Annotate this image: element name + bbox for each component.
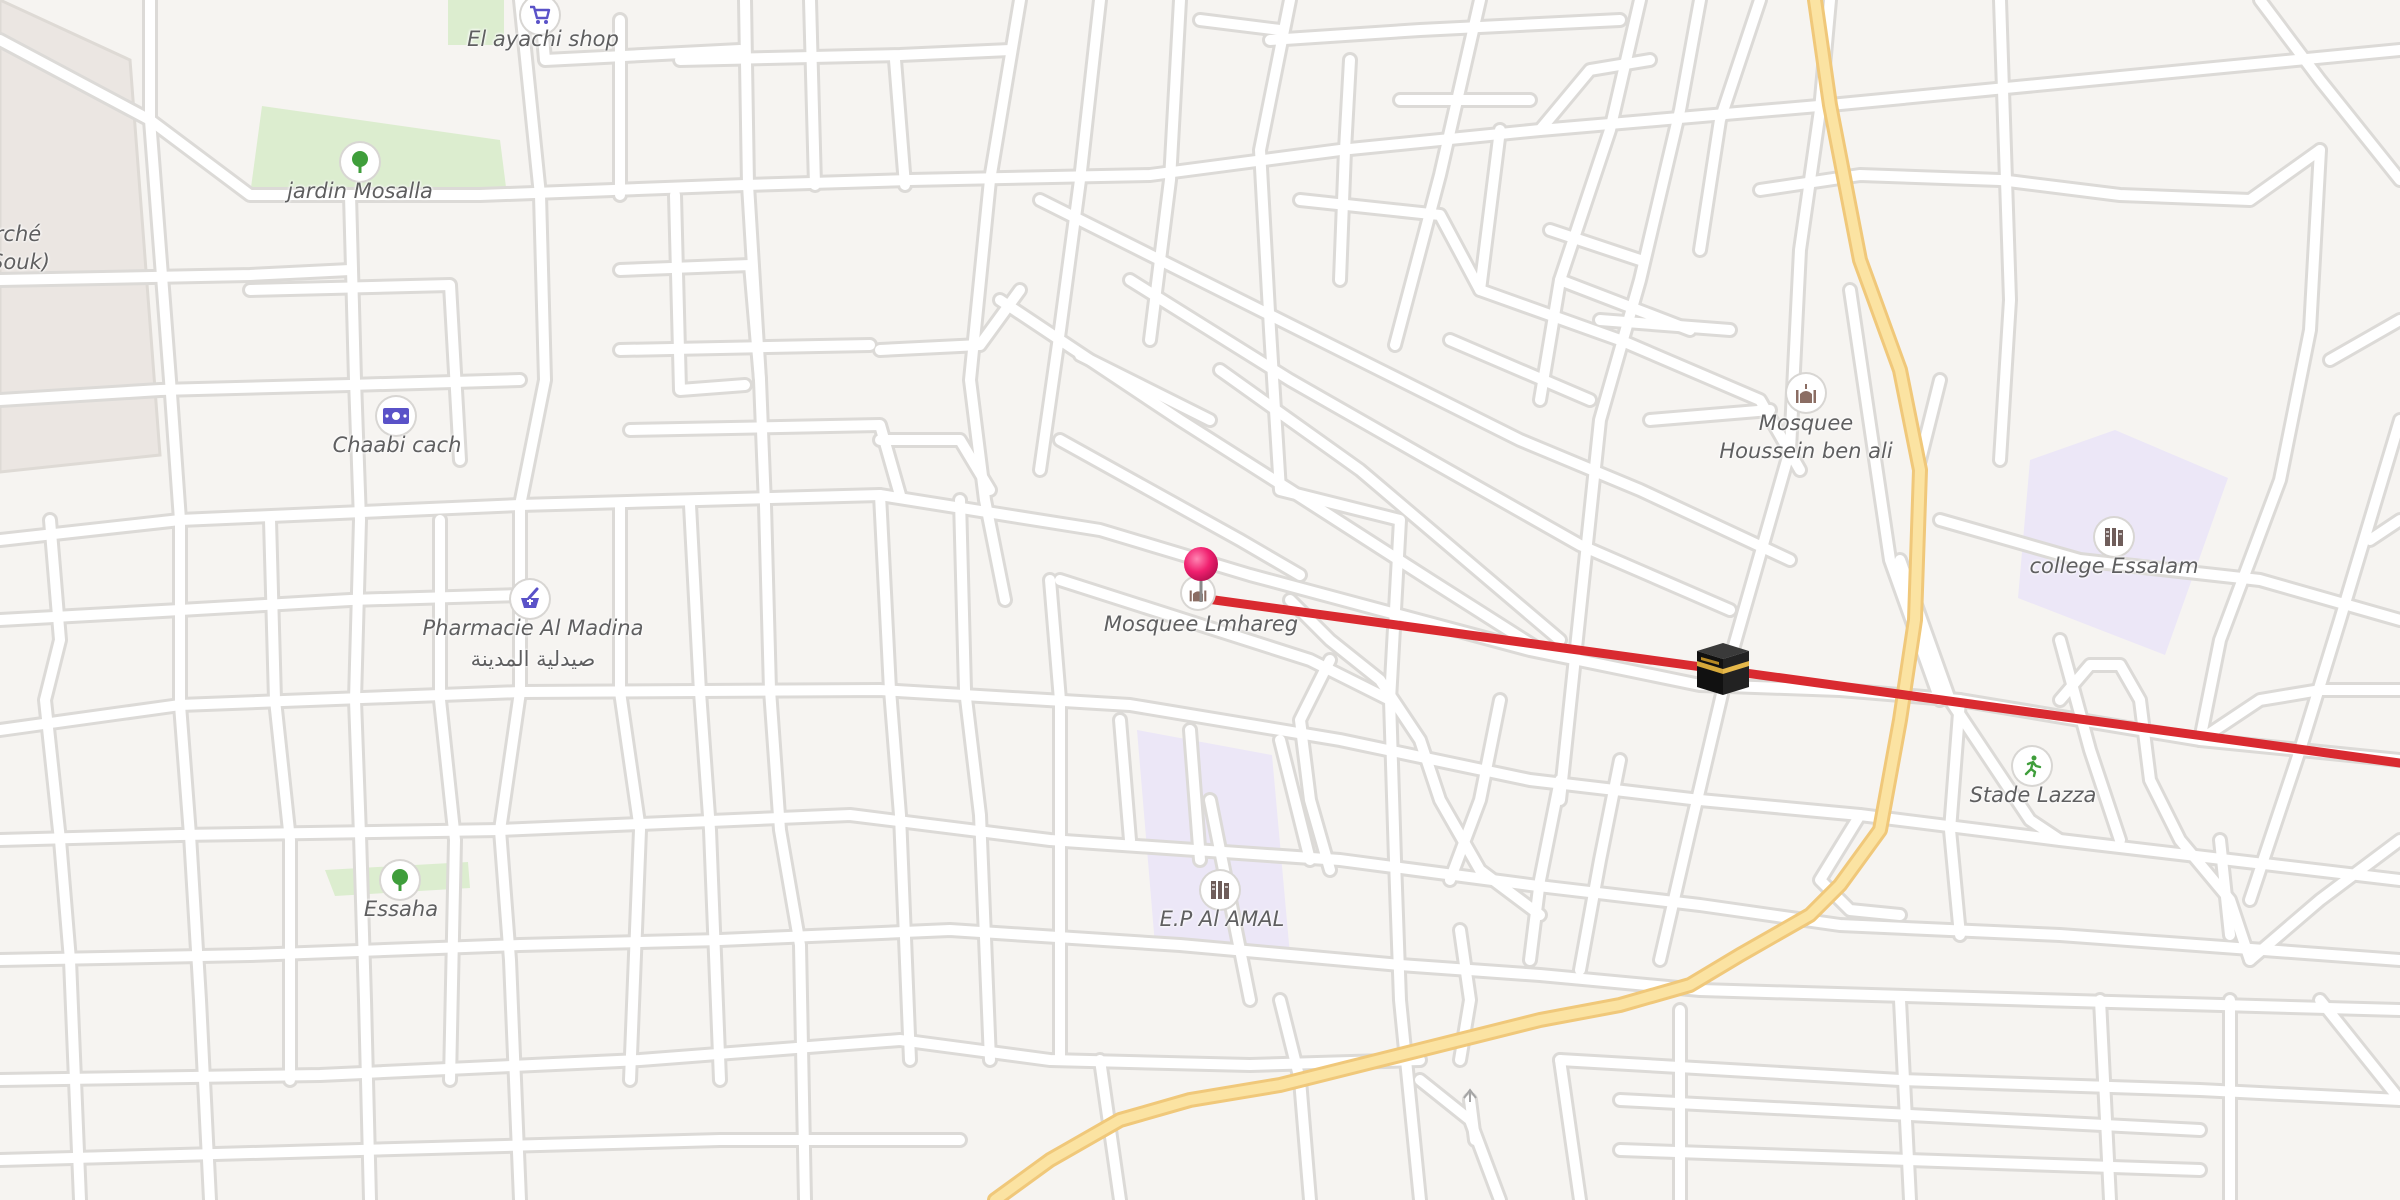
poi-label-mosquee-lmhareg[interactable]: Mosquee Lmhareg <box>1104 611 1298 638</box>
poi-label-mosquee-houssein-line1[interactable]: Mosquee <box>1759 410 1853 437</box>
mosque-icon[interactable] <box>1787 374 1825 412</box>
mosque-icon[interactable] <box>1182 577 1214 609</box>
poi-label-mosquee-houssein-line2[interactable]: Houssein ben ali <box>1719 438 1892 465</box>
poi-label-pharmacie-arabic[interactable]: صيدلية المدينة <box>471 646 596 673</box>
tree-icon[interactable] <box>341 143 379 181</box>
map-canvas[interactable]: El ayachi shop jardin Mosalla rché Souk)… <box>0 0 2400 1200</box>
poi-label-jardin-mosalla[interactable]: jardin Mosalla <box>287 178 433 205</box>
poi-label-stade-lazza[interactable]: Stade Lazza <box>1970 782 2097 809</box>
poi-label-ep-al-amal[interactable]: E.P Al AMAL <box>1160 906 1285 933</box>
running-figure-icon[interactable] <box>2013 747 2051 785</box>
school-icon[interactable] <box>1201 871 1239 909</box>
poi-label-pharmacie-al-madina[interactable]: Pharmacie Al Madina <box>423 615 644 642</box>
mortar-pestle-icon[interactable] <box>511 580 549 618</box>
banknote-icon[interactable] <box>377 397 415 435</box>
poi-label-college-essalam[interactable]: college Essalam <box>2029 553 2198 580</box>
poi-label-marche-line1[interactable]: rché <box>0 221 41 248</box>
poi-label-essaha[interactable]: Essaha <box>364 896 438 923</box>
poi-label-chaabi-cach[interactable]: Chaabi cach <box>333 432 462 459</box>
tree-icon[interactable] <box>381 861 419 899</box>
school-icon[interactable] <box>2095 518 2133 556</box>
poi-label-el-ayachi-shop[interactable]: El ayachi shop <box>467 26 619 53</box>
poi-label-marche-line2[interactable]: Souk) <box>0 249 50 276</box>
